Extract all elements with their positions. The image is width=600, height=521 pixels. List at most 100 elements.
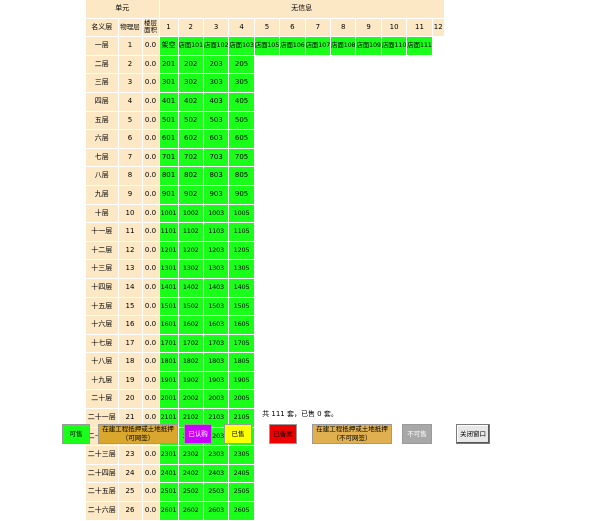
unit-cell-available[interactable]: 2502 xyxy=(178,482,204,503)
unit-cell-available[interactable]: 1002 xyxy=(178,204,204,224)
unit-cell-available[interactable]: 205 xyxy=(228,55,255,75)
unit-cell-available[interactable]: 705 xyxy=(228,148,255,168)
unit-cell-available[interactable]: 703 xyxy=(203,148,230,168)
unit-cell-available[interactable]: 1201 xyxy=(159,241,179,261)
unit-cell-available[interactable]: 2405 xyxy=(228,464,255,484)
unit-cell-available[interactable]: 1902 xyxy=(178,371,204,391)
unit-cell-available[interactable]: 505 xyxy=(228,111,255,131)
unit-cell-available[interactable]: 2402 xyxy=(178,464,204,484)
unit-cell-available[interactable]: 1505 xyxy=(228,297,255,317)
unit-cell-available[interactable]: 902 xyxy=(178,185,204,205)
unit-cell-available[interactable]: 2601 xyxy=(159,501,179,521)
unit-cell-available[interactable]: 1005 xyxy=(228,204,255,224)
unit-cell-available[interactable]: 店面101 xyxy=(178,36,204,56)
unit-cell-available[interactable]: 1701 xyxy=(159,334,179,354)
unit-cell-available[interactable]: 802 xyxy=(178,166,204,186)
unit-cell-available[interactable]: 店面102 xyxy=(203,36,230,56)
unit-cell-available[interactable]: 店面106 xyxy=(279,36,306,56)
unit-cell-available[interactable]: 2001 xyxy=(159,389,179,410)
unit-cell-available[interactable]: 2305 xyxy=(228,445,255,465)
unit-cell-available[interactable]: 2501 xyxy=(159,482,179,503)
unit-cell-available[interactable]: 403 xyxy=(203,92,230,112)
unit-cell-available[interactable]: 2403 xyxy=(203,464,230,484)
unit-cell-available[interactable]: 1403 xyxy=(203,278,230,298)
unit-cell-available[interactable]: 2401 xyxy=(159,464,179,484)
unit-cell-available[interactable]: 401 xyxy=(159,92,179,112)
unit-cell-available[interactable]: 1203 xyxy=(203,241,230,261)
unit-cell-available[interactable]: 1003 xyxy=(203,204,230,224)
unit-cell-available[interactable]: 1702 xyxy=(178,334,204,354)
unit-cell-available[interactable]: 1105 xyxy=(228,222,255,242)
unit-cell-available[interactable]: 502 xyxy=(178,111,204,131)
unit-cell-available[interactable]: 1202 xyxy=(178,241,204,261)
unit-cell-available[interactable]: 301 xyxy=(159,73,179,93)
unit-cell-available[interactable]: 1001 xyxy=(159,204,179,224)
unit-cell-available[interactable]: 2005 xyxy=(228,389,255,410)
unit-cell-available[interactable]: 1103 xyxy=(203,222,230,242)
unit-cell-available[interactable]: 1303 xyxy=(203,259,230,279)
unit-cell-available[interactable]: 405 xyxy=(228,92,255,112)
unit-cell-available[interactable]: 1405 xyxy=(228,278,255,298)
unit-cell-available[interactable]: 605 xyxy=(228,129,255,149)
unit-cell-available[interactable]: 1703 xyxy=(203,334,230,354)
unit-cell-available[interactable]: 1101 xyxy=(159,222,179,242)
unit-cell-available[interactable]: 店面110 xyxy=(381,36,408,56)
unit-cell-available[interactable]: 702 xyxy=(178,148,204,168)
unit-cell-available[interactable]: 1601 xyxy=(159,315,179,335)
unit-cell-available[interactable]: 1801 xyxy=(159,352,179,372)
unit-cell-available[interactable]: 1501 xyxy=(159,297,179,317)
unit-cell-available[interactable]: 203 xyxy=(203,55,230,75)
unit-cell-available[interactable]: 店面105 xyxy=(254,36,281,56)
unit-cell-available[interactable]: 503 xyxy=(203,111,230,131)
unit-cell-available[interactable]: 202 xyxy=(178,55,204,75)
unit-cell-available[interactable]: 2602 xyxy=(178,501,204,521)
unit-cell-available[interactable]: 店面108 xyxy=(330,36,357,56)
unit-cell-available[interactable]: 1805 xyxy=(228,352,255,372)
unit-cell-available[interactable]: 1502 xyxy=(178,297,204,317)
unit-cell-available[interactable]: 2301 xyxy=(159,445,179,465)
unit-cell-available[interactable]: 1605 xyxy=(228,315,255,335)
unit-cell-available[interactable]: 2605 xyxy=(228,501,255,521)
unit-cell-available[interactable]: 903 xyxy=(203,185,230,205)
unit-cell-available[interactable]: 店面111 xyxy=(406,36,433,56)
unit-cell-available[interactable]: 1903 xyxy=(203,371,230,391)
unit-cell-available[interactable]: 2002 xyxy=(178,389,204,410)
unit-cell-available[interactable]: 602 xyxy=(178,129,204,149)
unit-cell-available[interactable]: 1603 xyxy=(203,315,230,335)
unit-cell-available[interactable]: 603 xyxy=(203,129,230,149)
unit-cell-available[interactable]: 2505 xyxy=(228,482,255,503)
unit-cell-available[interactable]: 店面103 xyxy=(228,36,255,56)
unit-cell-available[interactable]: 1803 xyxy=(203,352,230,372)
close-window-button[interactable]: 关闭窗口 xyxy=(456,424,490,444)
unit-cell-available[interactable]: 架空 xyxy=(159,36,179,56)
unit-cell-available[interactable]: 1503 xyxy=(203,297,230,317)
unit-cell-available[interactable]: 1901 xyxy=(159,371,179,391)
unit-cell-available[interactable]: 1301 xyxy=(159,259,179,279)
unit-cell-available[interactable]: 1402 xyxy=(178,278,204,298)
unit-cell-available[interactable]: 2303 xyxy=(203,445,230,465)
unit-cell-available[interactable]: 303 xyxy=(203,73,230,93)
unit-cell-available[interactable]: 805 xyxy=(228,166,255,186)
unit-cell-available[interactable]: 701 xyxy=(159,148,179,168)
unit-cell-available[interactable]: 201 xyxy=(159,55,179,75)
unit-cell-available[interactable]: 2503 xyxy=(203,482,230,503)
unit-cell-available[interactable]: 2003 xyxy=(203,389,230,410)
unit-cell-available[interactable]: 1102 xyxy=(178,222,204,242)
unit-cell-available[interactable]: 1305 xyxy=(228,259,255,279)
unit-cell-available[interactable]: 305 xyxy=(228,73,255,93)
unit-cell-available[interactable]: 1602 xyxy=(178,315,204,335)
unit-cell-available[interactable]: 501 xyxy=(159,111,179,131)
unit-cell-available[interactable]: 803 xyxy=(203,166,230,186)
unit-cell-available[interactable]: 402 xyxy=(178,92,204,112)
unit-cell-available[interactable]: 901 xyxy=(159,185,179,205)
unit-cell-available[interactable]: 1205 xyxy=(228,241,255,261)
unit-cell-available[interactable]: 905 xyxy=(228,185,255,205)
unit-cell-available[interactable]: 1401 xyxy=(159,278,179,298)
unit-cell-available[interactable]: 1705 xyxy=(228,334,255,354)
unit-cell-available[interactable]: 2302 xyxy=(178,445,204,465)
unit-cell-available[interactable]: 店面107 xyxy=(305,36,332,56)
unit-cell-available[interactable]: 1302 xyxy=(178,259,204,279)
unit-cell-available[interactable]: 302 xyxy=(178,73,204,93)
unit-cell-available[interactable]: 店面109 xyxy=(355,36,382,56)
unit-cell-available[interactable]: 1802 xyxy=(178,352,204,372)
